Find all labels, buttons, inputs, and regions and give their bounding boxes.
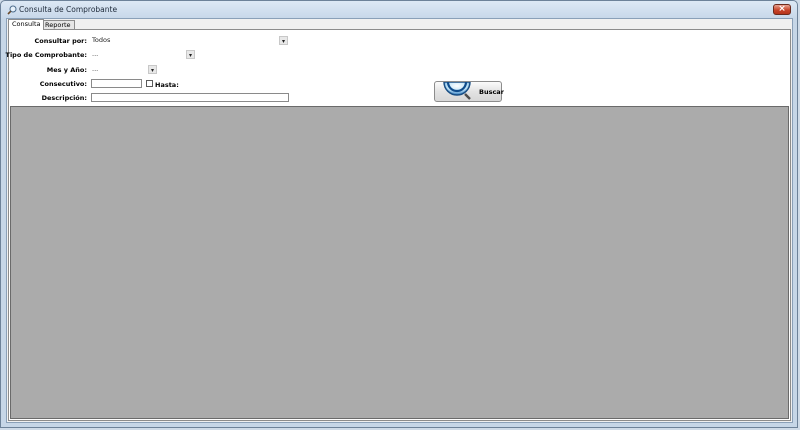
consultar-por-combo[interactable]: Todos ▾ — [89, 36, 288, 45]
tipo-comprobante-label: Tipo de Comprobante: — [5, 51, 87, 59]
descripcion-label: Descripción: — [41, 94, 87, 102]
window-title: Consulta de Comprobante — [19, 5, 118, 14]
chevron-down-icon[interactable]: ▾ — [279, 36, 288, 45]
consecutivo-label: Consecutivo: — [39, 80, 87, 88]
tab-panel-consulta: Consultar por: Todos ▾ Tipo de Comproban… — [5, 29, 791, 421]
mes-anio-label: Mes y Año: — [46, 66, 87, 74]
close-button[interactable]: × — [773, 4, 791, 15]
mes-anio-value: ... — [92, 65, 99, 73]
chevron-down-icon[interactable]: ▾ — [186, 50, 195, 59]
tipo-comprobante-combo[interactable]: ... ▾ — [89, 50, 195, 59]
descripcion-input[interactable] — [91, 93, 289, 102]
tab-consulta[interactable]: Consulta — [8, 19, 45, 30]
consultar-por-value: Todos — [92, 36, 111, 44]
buscar-button[interactable]: Buscar — [434, 81, 504, 102]
buscar-button-label: Buscar — [479, 88, 504, 96]
window-client: Consulta Reporte Consultar por: Todos ▾ … — [6, 18, 793, 423]
hasta-checkbox[interactable] — [146, 80, 153, 87]
hasta-label: Hasta: — [155, 81, 179, 89]
chevron-down-icon[interactable]: ▾ — [148, 65, 157, 74]
magnifier-icon — [443, 82, 471, 100]
close-icon: × — [778, 4, 786, 14]
main-window: Consulta de Comprobante × Consulta Repor… — [0, 0, 798, 428]
results-grid[interactable] — [10, 106, 789, 419]
title-bar[interactable]: Consulta de Comprobante × — [1, 1, 797, 19]
tipo-comprobante-value: ... — [92, 50, 99, 58]
mes-anio-combo[interactable]: ... ▾ — [89, 65, 157, 74]
magnifier-icon — [7, 5, 17, 15]
consultar-por-label: Consultar por: — [34, 37, 87, 45]
consecutivo-input[interactable] — [91, 79, 142, 88]
